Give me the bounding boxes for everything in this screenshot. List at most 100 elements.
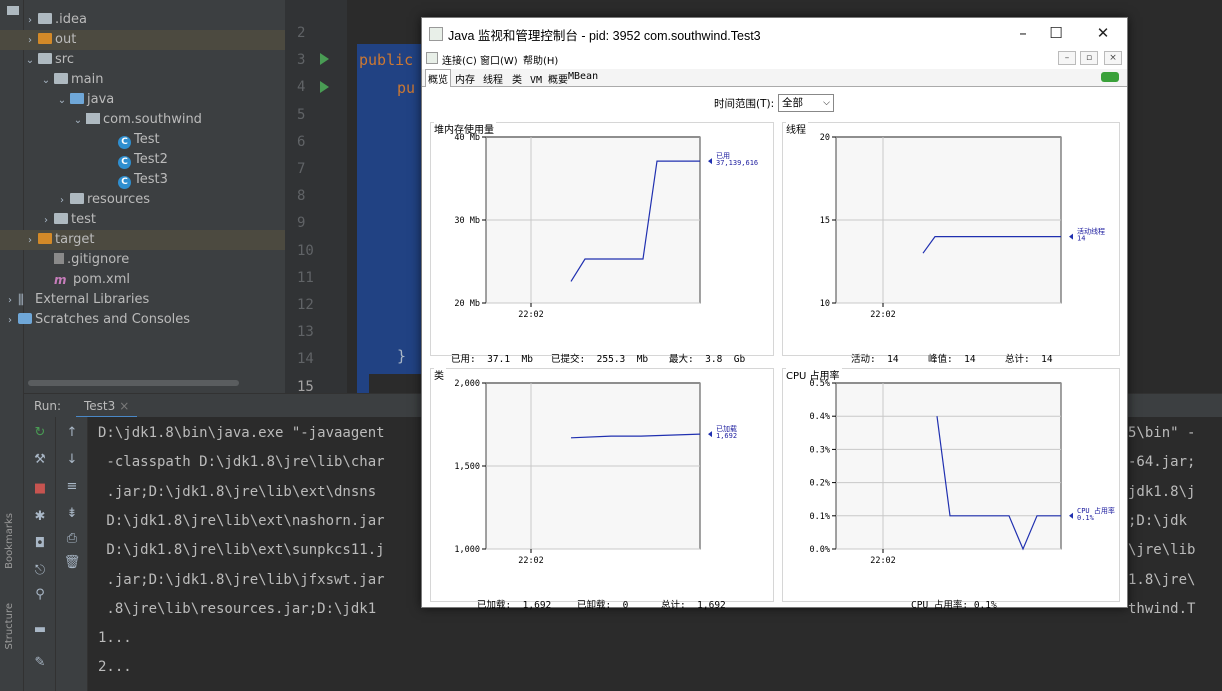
run-tab-test3[interactable]: Test3 × bbox=[76, 394, 138, 418]
horizontal-scrollbar[interactable] bbox=[28, 380, 239, 386]
plot-area bbox=[835, 382, 1062, 550]
tab-memory[interactable]: 内存 bbox=[455, 71, 475, 86]
tab-mbean[interactable]: MBean bbox=[568, 71, 598, 82]
chevron-down-icon[interactable]: ⌄ bbox=[24, 51, 36, 71]
tree-item[interactable]: ⌄ main bbox=[0, 70, 285, 90]
rerun-icon[interactable]: ↻ bbox=[30, 423, 50, 443]
x-tick-label: 22:02 bbox=[518, 310, 544, 320]
tree-item[interactable]: › resources bbox=[0, 190, 285, 210]
chevron-right-icon[interactable]: › bbox=[4, 311, 16, 331]
tree-item[interactable]: .gitignore bbox=[0, 250, 285, 270]
tab-bar: 概览 内存 线程 类 VM 概要 MBean bbox=[422, 69, 1127, 87]
pin-icon[interactable]: ✎ bbox=[30, 653, 50, 673]
time-range-value: 全部 bbox=[782, 97, 803, 109]
x-tick-label: 22:02 bbox=[870, 556, 896, 566]
tree-item-label: .idea bbox=[55, 12, 87, 27]
tree-item-label: java bbox=[87, 92, 115, 107]
chevron-right-icon[interactable]: › bbox=[24, 31, 36, 51]
tree-item[interactable]: C Test3 bbox=[0, 170, 285, 190]
menu-window[interactable]: 窗口(W) bbox=[480, 52, 518, 67]
up-arrow-icon[interactable]: ↑ bbox=[62, 423, 82, 443]
wrench-icon[interactable]: ⚒ bbox=[30, 450, 50, 470]
maximize-button[interactable]: ☐ bbox=[1041, 22, 1071, 44]
close-button[interactable]: ✕ bbox=[1088, 22, 1118, 44]
run-toolbar-right: ↑ ↓ ≡ ⇟ ⎙ 🗑 bbox=[56, 417, 88, 691]
threads-panel: 线程 10 15 20 22:02 活动线程 14 活动: 14 峰值: 14 总计: 1… bbox=[782, 121, 1120, 365]
tab-vm-summary[interactable]: VM 概要 bbox=[530, 71, 568, 86]
line-number: 13 bbox=[297, 324, 314, 341]
run-gutter-icon[interactable] bbox=[320, 53, 329, 65]
tree-item[interactable]: m pom.xml bbox=[0, 270, 285, 290]
chevron-down-icon[interactable]: ⌄ bbox=[72, 111, 84, 131]
chevron-right-icon[interactable]: › bbox=[56, 191, 68, 211]
tab-overview[interactable]: 概览 bbox=[425, 69, 451, 87]
line-number: 7 bbox=[297, 161, 306, 177]
trash-icon[interactable]: 🗑 bbox=[62, 553, 82, 573]
console-line: -classpath D:\jdk1.8\jre\lib\char bbox=[98, 454, 385, 471]
stat-total: 总计: 1,692 bbox=[661, 600, 726, 611]
y-tick-label: 10 bbox=[820, 299, 830, 309]
scratches-icon bbox=[18, 313, 32, 324]
tree-item[interactable]: › Scratches and Consoles bbox=[0, 310, 285, 330]
soft-wrap-icon[interactable]: ≡ bbox=[62, 477, 82, 497]
tree-item[interactable]: › .idea bbox=[0, 10, 285, 30]
exit-icon[interactable]: ⎋ bbox=[30, 561, 50, 581]
structure-tab[interactable]: Structure bbox=[4, 603, 15, 650]
tab-threads[interactable]: 线程 bbox=[483, 71, 503, 86]
classes-chart: 1,0001,5002,00022:02已加载1,692 bbox=[454, 379, 737, 566]
tree-item[interactable]: › test bbox=[0, 210, 285, 230]
close-icon[interactable]: × bbox=[119, 399, 129, 413]
legend-marker bbox=[708, 431, 712, 438]
window-title: Java 监视和管理控制台 - pid: 3952 com.southwind.… bbox=[448, 29, 761, 43]
tree-item[interactable]: C Test bbox=[0, 130, 285, 150]
y-tick-label: 2,000 bbox=[454, 379, 480, 389]
inner-close-button[interactable]: × bbox=[1104, 51, 1122, 65]
chevron-right-icon[interactable]: › bbox=[40, 211, 52, 231]
maven-icon: m bbox=[54, 273, 67, 287]
line-number: 6 bbox=[297, 133, 306, 150]
resources-folder-icon bbox=[70, 193, 84, 204]
tree-item[interactable]: › out bbox=[0, 30, 285, 50]
console-line-tail: 1.8\jre\ bbox=[1128, 571, 1196, 588]
tree-item[interactable]: C Test2 bbox=[0, 150, 285, 170]
inner-restore-button[interactable]: ▫ bbox=[1080, 51, 1098, 65]
tree-item-label: External Libraries bbox=[35, 292, 150, 307]
chevron-right-icon[interactable]: › bbox=[24, 11, 36, 31]
search-icon[interactable]: ⚲ bbox=[30, 585, 50, 605]
chevron-down-icon[interactable]: ⌄ bbox=[56, 91, 68, 111]
time-range-select[interactable]: 全部 ⌵ bbox=[778, 94, 834, 112]
jconsole-window: Java 监视和管理控制台 - pid: 3952 com.southwind.… bbox=[421, 17, 1128, 611]
stop-icon[interactable]: ■ bbox=[30, 479, 50, 499]
classes-panel: 类 1,000 1,500 2,000 22:02 已加载 1,692 已加载: 1,69… bbox=[430, 367, 774, 611]
tree-item[interactable]: › ⫼ External Libraries bbox=[0, 290, 285, 310]
minimize-button[interactable]: – bbox=[1008, 22, 1038, 44]
menu-connect[interactable]: 连接(C) bbox=[442, 52, 477, 67]
chevron-right-icon[interactable]: › bbox=[4, 291, 16, 311]
menu-help[interactable]: 帮助(H) bbox=[523, 52, 558, 67]
tab-classes[interactable]: 类 bbox=[512, 71, 522, 86]
tree-item[interactable]: › target bbox=[0, 230, 285, 250]
bookmarks-tab[interactable]: Bookmarks bbox=[4, 513, 15, 569]
down-arrow-icon[interactable]: ↓ bbox=[62, 450, 82, 470]
tree-item[interactable]: ⌄ com.southwind bbox=[0, 110, 285, 130]
jconsole-titlebar[interactable]: Java 监视和管理控制台 - pid: 3952 com.southwind.… bbox=[422, 18, 1127, 49]
stat-live: 活动: 14 bbox=[851, 354, 899, 365]
print-icon[interactable]: ⎙ bbox=[62, 529, 82, 549]
gitignore-icon bbox=[54, 253, 64, 264]
tree-item[interactable]: ⌄ java bbox=[0, 90, 285, 110]
tree-item-label: .gitignore bbox=[67, 252, 130, 267]
inner-minimize-button[interactable]: – bbox=[1058, 51, 1076, 65]
camera-icon[interactable]: ◘ bbox=[30, 534, 50, 554]
debug-icon[interactable]: ✱ bbox=[30, 507, 50, 527]
run-tab-label: Test3 bbox=[84, 399, 116, 413]
stat-unloaded: 已卸载: 0 bbox=[577, 600, 629, 611]
run-gutter-icon[interactable] bbox=[320, 81, 329, 93]
chevron-down-icon[interactable]: ⌄ bbox=[40, 71, 52, 91]
chevron-right-icon[interactable]: › bbox=[24, 231, 36, 251]
scroll-to-end-icon[interactable]: ⇟ bbox=[62, 504, 82, 524]
layout-icon[interactable]: ▬ bbox=[30, 620, 50, 640]
y-tick-label: 15 bbox=[820, 216, 830, 226]
tree-item[interactable]: ⌄ src bbox=[0, 50, 285, 70]
console-line: .8\jre\lib\resources.jar;D:\jdk1 bbox=[98, 600, 377, 617]
line-number: 14 bbox=[297, 351, 314, 368]
